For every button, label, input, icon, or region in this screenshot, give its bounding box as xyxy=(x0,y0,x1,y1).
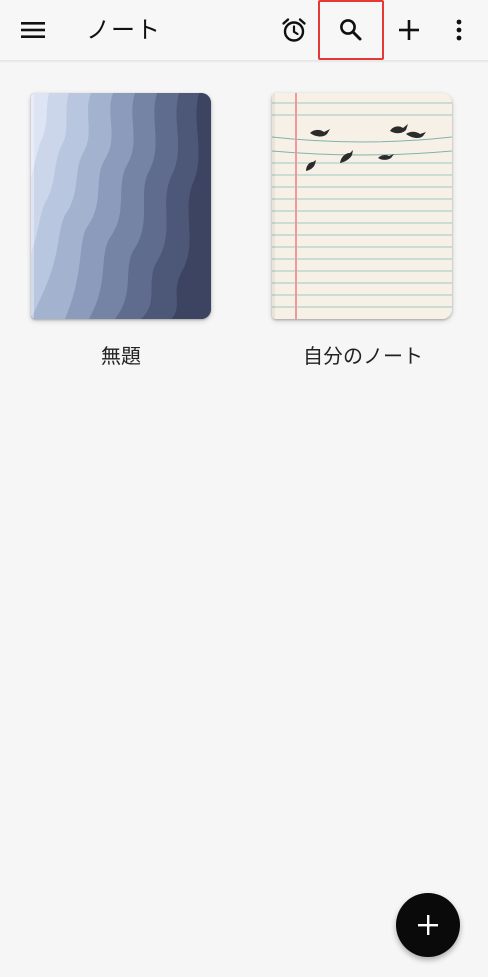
notebook-cover-untitled[interactable] xyxy=(31,93,211,319)
more-options-button[interactable] xyxy=(435,0,483,60)
page-title: ノート xyxy=(86,16,161,44)
notebook-title-untitled: 無題 xyxy=(101,344,141,368)
alarm-icon xyxy=(282,18,306,42)
notebook-cover-my-notebook[interactable] xyxy=(272,93,452,319)
notebook-title-my-notebook: 自分のノート xyxy=(303,344,423,368)
more-vert-icon xyxy=(456,19,462,41)
fab-add-button[interactable] xyxy=(396,893,460,957)
add-button[interactable] xyxy=(385,0,433,60)
app-bar: ノート xyxy=(0,0,488,61)
wave-cover-image xyxy=(31,93,211,319)
plus-icon xyxy=(418,915,438,935)
search-highlight-box xyxy=(318,0,384,60)
menu-icon xyxy=(21,22,45,38)
plus-icon xyxy=(399,20,419,40)
alarm-button[interactable] xyxy=(270,0,318,60)
lined-paper-cover-image xyxy=(272,93,452,319)
menu-button[interactable] xyxy=(9,0,57,60)
